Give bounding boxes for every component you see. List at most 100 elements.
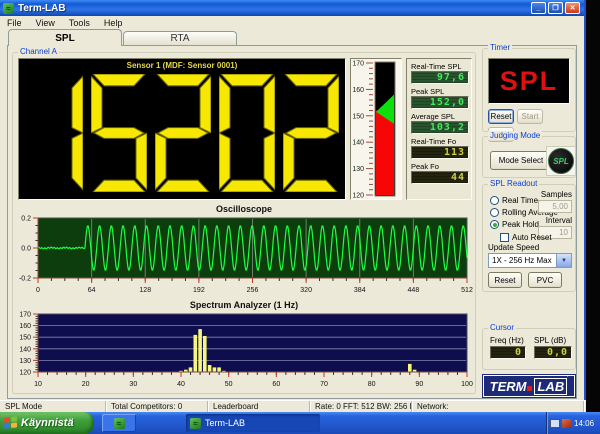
svg-text:130: 130 (352, 166, 364, 173)
readout-lcd: 152,0 (411, 96, 469, 109)
svg-text:160: 160 (352, 87, 364, 94)
svg-text:60: 60 (272, 381, 280, 388)
update-speed-value: 1X - 256 Hz Max (489, 254, 556, 267)
logo-trademark: ' (567, 376, 568, 382)
spl-badge-frame: SPL (546, 146, 576, 176)
pvc-button[interactable]: PVC (528, 272, 562, 288)
taskbar-app-button[interactable]: ≈ Term-LAB (186, 414, 320, 432)
menu-item-view[interactable]: View (29, 18, 62, 28)
readout-row: Peak Fo44 (411, 162, 468, 184)
svg-text:150: 150 (19, 335, 31, 342)
interval-label: Interval (530, 216, 572, 225)
status-cell: Leaderboard (208, 401, 310, 412)
svg-text:90: 90 (415, 381, 423, 388)
title-bar[interactable]: ≈ Term-LAB _ ❐ ✕ (0, 0, 584, 16)
close-icon[interactable]: ✕ (565, 2, 580, 14)
readout-lcd: 97,6 (411, 71, 469, 84)
app-icon: ≈ (3, 3, 14, 14)
radio-rolling-average[interactable] (490, 208, 499, 217)
menu-item-tools[interactable]: Tools (62, 18, 97, 28)
spectrum-plot[interactable]: 120130140150160170102030405060708090100 (12, 310, 476, 390)
svg-text:140: 140 (19, 346, 31, 353)
windows-logo-icon (4, 416, 18, 429)
oscilloscope-title: Oscilloscope (12, 204, 476, 214)
start-button-label: Käynnistä (21, 417, 74, 429)
taskbar: Käynnistä ≈ ≈ Term-LAB 14:06 (0, 412, 600, 434)
cursor-freq-label: Freq (Hz) (490, 336, 524, 345)
quick-launch-button[interactable]: ≈ (102, 414, 136, 432)
svg-text:100: 100 (461, 381, 473, 388)
readout-label: Real-Time SPL (411, 62, 468, 71)
spl-badge-icon: SPL (548, 148, 574, 174)
cursor-freq-lcd: 0 (490, 346, 526, 359)
restore-icon[interactable]: ❐ (548, 2, 563, 14)
svg-text:384: 384 (354, 287, 366, 294)
menu-bar: FileViewToolsHelp (0, 16, 584, 29)
readout-lcd: 44 (411, 171, 469, 184)
minimize-icon[interactable]: _ (531, 2, 546, 14)
readout-lcd: 103,2 (411, 121, 469, 134)
start-button[interactable]: Käynnistä (0, 412, 94, 434)
app-icon: ≈ (190, 418, 201, 429)
reset-timer-button[interactable]: Reset (488, 109, 514, 124)
samples-label: Samples (530, 190, 572, 199)
svg-text:0.0: 0.0 (21, 246, 31, 253)
menu-item-help[interactable]: Help (97, 18, 130, 28)
desktop: ≈ Term-LAB _ ❐ ✕ FileViewToolsHelp SPL R… (0, 0, 600, 434)
status-cell: Total Competitors: 0 (106, 401, 208, 412)
app-icon: ≈ (114, 418, 125, 429)
svg-text:320: 320 (300, 287, 312, 294)
logo-dot-icon (527, 386, 532, 391)
monitor-icon[interactable] (550, 419, 560, 428)
sensor-label: Sensor 1 (MDF: Sensor 0001) (19, 59, 345, 70)
seg-digit (283, 74, 339, 192)
svg-text:150: 150 (352, 113, 364, 120)
readout-label: Peak SPL (411, 87, 468, 96)
judging-mode-label: Judging Mode (488, 131, 542, 140)
logo-term-text: TERM (490, 379, 527, 394)
svg-text:0.2: 0.2 (21, 216, 31, 223)
readout-row: Average SPL103,2 (411, 112, 468, 134)
cursor-spl-lcd: 0,0 (534, 346, 572, 359)
window-controls: _ ❐ ✕ (531, 2, 584, 14)
svg-text:256: 256 (247, 287, 259, 294)
svg-text:0: 0 (36, 287, 40, 294)
menu-item-file[interactable]: File (0, 18, 29, 28)
timer-display-text: SPL (500, 66, 559, 97)
radio-real-time[interactable] (490, 196, 499, 205)
readout-row: Peak SPL152,0 (411, 87, 468, 109)
system-tray: 14:06 (546, 412, 600, 434)
readout-label: Peak Fo (411, 162, 468, 171)
tab-spl[interactable]: SPL (8, 29, 122, 46)
update-speed-combo[interactable]: 1X - 256 Hz Max ▼ (488, 253, 572, 268)
oscilloscope-plot: 0.20.0-0.2064128192256320384448512 (12, 214, 476, 298)
svg-text:128: 128 (139, 287, 151, 294)
readout-panel: Real-Time SPL97,6 Peak SPL152,0 Average SP… (406, 58, 472, 200)
spl-readout-reset-button[interactable]: Reset (488, 272, 522, 288)
svg-text:80: 80 (368, 381, 376, 388)
readout-row: Real-Time Fo113 (411, 137, 468, 159)
samples-field[interactable]: 5,00 (538, 200, 572, 213)
chevron-down-icon[interactable]: ▼ (556, 254, 571, 267)
readout-label: Average SPL (411, 112, 468, 121)
taskbar-app-label: Term-LAB (205, 418, 245, 428)
readout-row: Real-Time SPL97,6 (411, 62, 468, 84)
svg-text:30: 30 (129, 381, 137, 388)
auto-reset-checkbox[interactable] (500, 233, 509, 242)
start-timer-button[interactable]: Start (517, 109, 543, 124)
svg-text:130: 130 (19, 358, 31, 365)
timer-label: Timer (488, 43, 512, 52)
svg-text:120: 120 (352, 193, 364, 200)
termlab-logo: TERM LAB ' (482, 374, 576, 398)
auto-reset-label: Auto Reset (512, 233, 552, 242)
radio-peak-hold[interactable] (490, 220, 499, 229)
mode-select-button[interactable]: Mode Select (490, 151, 552, 170)
seg-digit (219, 74, 275, 192)
svg-text:120: 120 (19, 370, 31, 377)
readout-lcd: 113 (411, 146, 469, 159)
tab-rta[interactable]: RTA (123, 31, 237, 45)
alert-icon[interactable] (562, 419, 571, 428)
spl-meter-panel: 120130140150160170 (350, 58, 402, 200)
logo-lab-text: LAB (534, 378, 567, 395)
status-cell: SPL Mode (0, 401, 106, 412)
